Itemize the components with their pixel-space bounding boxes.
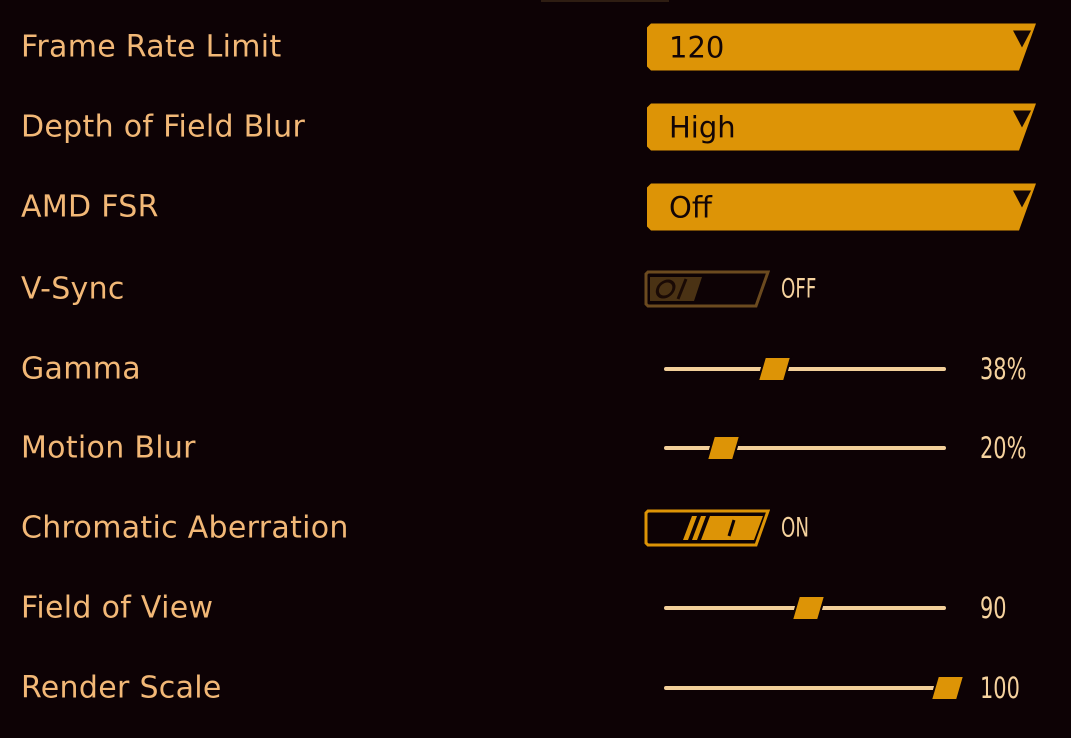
dropdown-value: High — [669, 110, 736, 144]
slider-thumb[interactable] — [791, 595, 829, 621]
gamma-value: 38% — [980, 352, 1027, 386]
dropdown-value: Off — [669, 190, 712, 224]
slider-track — [664, 686, 946, 690]
slider-thumb[interactable] — [757, 356, 795, 382]
setting-label: AMD FSR — [21, 189, 159, 225]
setting-label: Chromatic Aberration — [21, 510, 349, 546]
v-sync-state: OFF — [781, 273, 817, 305]
setting-label: Motion Blur — [21, 430, 196, 466]
setting-row-chromatic-aberration: Chromatic Aberration ON — [0, 498, 1071, 558]
setting-label: V-Sync — [21, 271, 125, 307]
setting-row-frame-rate-limit: Frame Rate Limit 120 — [0, 17, 1071, 77]
setting-row-gamma: Gamma 38% — [0, 339, 1071, 399]
v-sync-toggle[interactable] — [644, 269, 771, 309]
setting-row-depth-of-field-blur: Depth of Field Blur High — [0, 97, 1071, 157]
slider-thumb[interactable] — [930, 675, 968, 701]
motion-blur-slider[interactable] — [662, 428, 968, 468]
field-of-view-value: 90 — [980, 591, 1007, 625]
setting-row-amd-fsr: AMD FSR Off — [0, 177, 1071, 237]
setting-label: Render Scale — [21, 670, 222, 706]
setting-row-v-sync: V-Sync OFF — [0, 259, 1071, 319]
amd-fsr-dropdown[interactable]: Off — [647, 183, 1036, 231]
chromatic-aberration-state: ON — [781, 512, 809, 544]
dropdown-value: 120 — [669, 30, 725, 64]
frame-rate-limit-dropdown[interactable]: 120 — [647, 23, 1036, 71]
setting-label: Gamma — [21, 351, 141, 387]
slider-thumb[interactable] — [706, 435, 744, 461]
section-divider — [541, 0, 669, 2]
slider-track — [664, 367, 946, 371]
motion-blur-value: 20% — [980, 431, 1027, 465]
field-of-view-slider[interactable] — [662, 588, 968, 628]
setting-row-render-scale: Render Scale 100 — [0, 658, 1071, 718]
setting-label: Depth of Field Blur — [21, 109, 306, 145]
setting-label: Frame Rate Limit — [21, 29, 282, 65]
render-scale-value: 100 — [980, 671, 1020, 705]
setting-row-motion-blur: Motion Blur 20% — [0, 418, 1071, 478]
setting-label: Field of View — [21, 590, 214, 626]
render-scale-slider[interactable] — [662, 668, 968, 708]
gamma-slider[interactable] — [662, 349, 968, 389]
depth-of-field-blur-dropdown[interactable]: High — [647, 103, 1036, 151]
chromatic-aberration-toggle[interactable] — [644, 508, 771, 548]
setting-row-field-of-view: Field of View 90 — [0, 578, 1071, 638]
